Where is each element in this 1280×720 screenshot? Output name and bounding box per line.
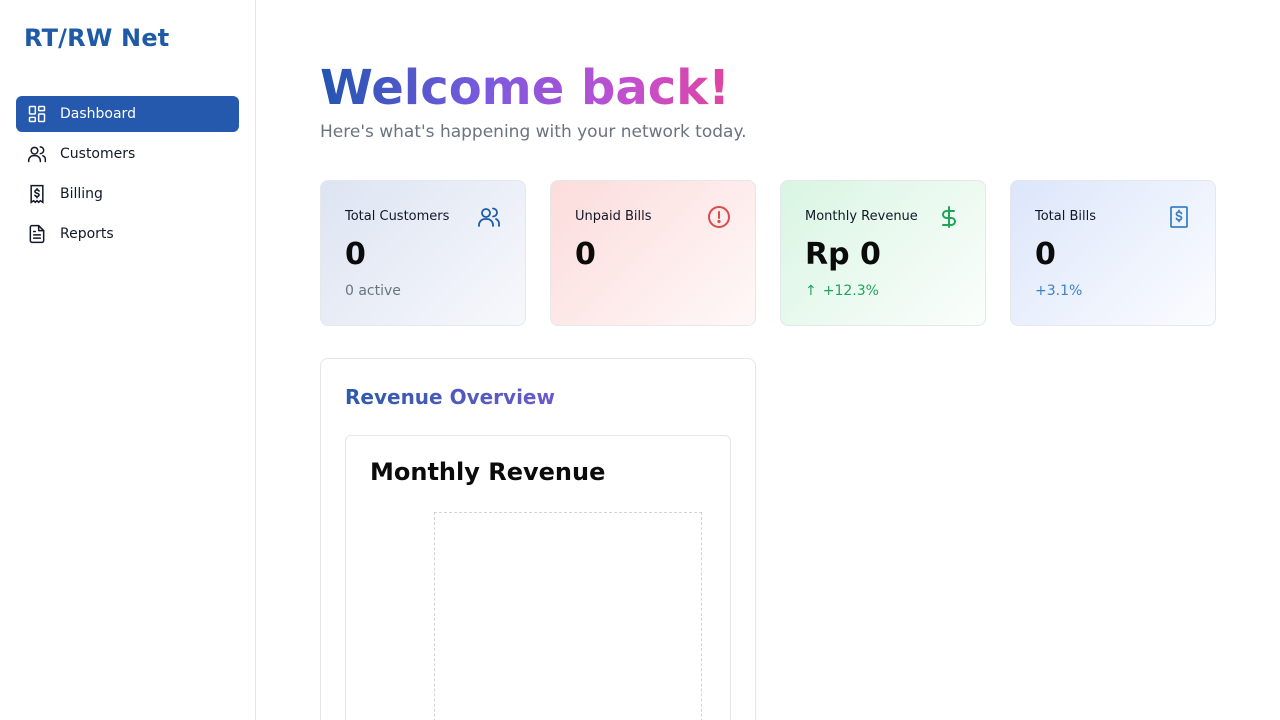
- stat-card-title: Monthly Revenue: [805, 209, 918, 224]
- stats-cards: Total Customers 0 0 active Unpaid Bills: [320, 180, 1216, 326]
- page-title: Welcome back!: [320, 56, 730, 120]
- sidebar-nav: Dashboard Customers Billing Reports: [16, 96, 239, 256]
- dashboard-icon: [27, 104, 47, 124]
- dollar-icon: [937, 205, 961, 229]
- stat-card-title: Total Customers: [345, 209, 450, 224]
- document-icon: [27, 224, 47, 244]
- sidebar-item-dashboard[interactable]: Dashboard: [16, 96, 239, 132]
- chart-plot-area: [434, 512, 702, 720]
- stat-card-trend: ↑ +12.3%: [805, 283, 879, 299]
- stat-card-title: Unpaid Bills: [575, 209, 652, 224]
- alert-circle-icon: [707, 205, 731, 229]
- users-icon: [477, 205, 501, 229]
- billing-icon: [27, 184, 47, 204]
- stat-card-title: Total Bills: [1035, 209, 1097, 224]
- sidebar-item-customers[interactable]: Customers: [16, 136, 239, 172]
- main-content: Welcome back! Here's what's happening wi…: [256, 0, 1280, 720]
- stat-card-value: 0: [575, 237, 596, 272]
- sidebar-item-label: Dashboard: [60, 106, 136, 122]
- stat-card-value: Rp 0: [805, 237, 881, 272]
- sidebar-item-label: Reports: [60, 226, 114, 242]
- stat-card-trend: +3.1%: [1035, 283, 1083, 299]
- stat-card-subtext: 0 active: [345, 283, 401, 299]
- stat-card-total-bills: Total Bills 0 +3.1%: [1010, 180, 1216, 326]
- revenue-overview-title: Revenue Overview: [345, 385, 555, 409]
- users-icon: [27, 144, 47, 164]
- stat-card-monthly-revenue: Monthly Revenue Rp 0 ↑ +12.3%: [780, 180, 986, 326]
- stat-card-unpaid-bills: Unpaid Bills 0: [550, 180, 756, 326]
- sidebar-item-reports[interactable]: Reports: [16, 216, 239, 252]
- sidebar-item-billing[interactable]: Billing: [16, 176, 239, 212]
- stat-card-total-customers: Total Customers 0 0 active: [320, 180, 526, 326]
- brand-title: RT/RW Net: [24, 24, 170, 52]
- sidebar-item-label: Customers: [60, 146, 136, 162]
- stat-card-value: 0: [345, 237, 366, 272]
- monthly-revenue-chart: Monthly Revenue: [345, 435, 731, 720]
- stat-card-value: 0: [1035, 237, 1056, 272]
- arrow-up-icon: ↑: [805, 283, 817, 299]
- app: RT/RW Net Dashboard Customers Billing Re…: [0, 0, 1280, 720]
- page-subtitle: Here's what's happening with your networ…: [320, 122, 747, 142]
- sidebar: RT/RW Net Dashboard Customers Billing Re…: [0, 0, 256, 720]
- stat-card-trend-value: +12.3%: [822, 283, 879, 299]
- receipt-icon: [1167, 205, 1191, 229]
- revenue-overview-panel: Revenue Overview Monthly Revenue: [320, 358, 756, 720]
- chart-title: Monthly Revenue: [370, 458, 606, 486]
- sidebar-item-label: Billing: [60, 186, 103, 202]
